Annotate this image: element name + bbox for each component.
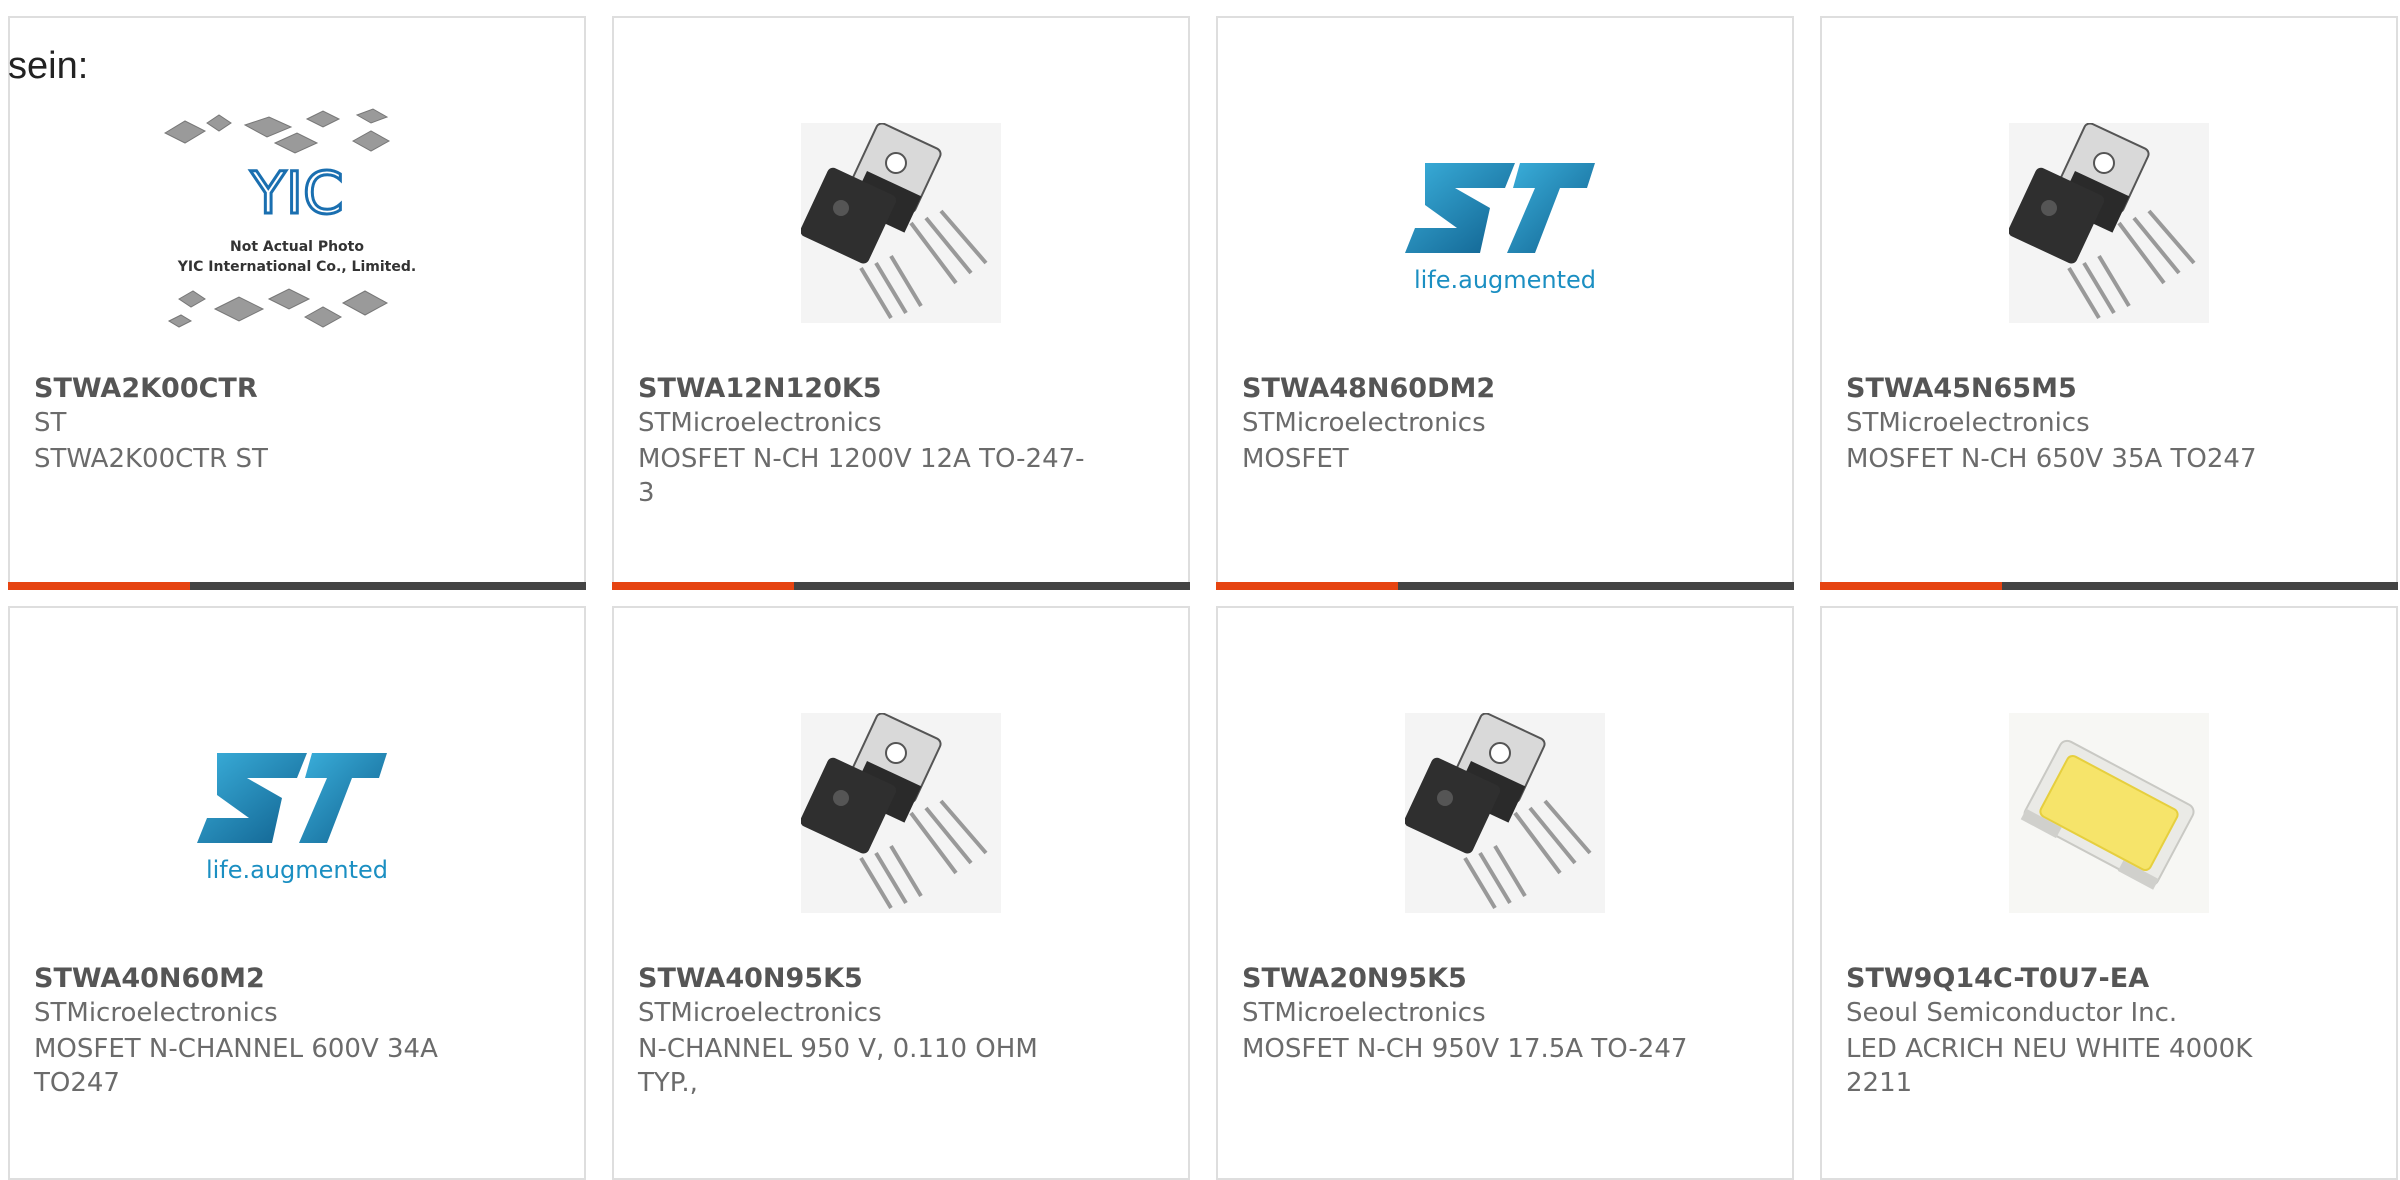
product-description: MOSFET N-CHANNEL 600V 34A TO247 xyxy=(34,1034,438,1098)
product-manufacturer: STMicroelectronics xyxy=(1242,408,1486,438)
product-manufacturer: STMicroelectronics xyxy=(638,998,882,1028)
yic-logo: YIC xyxy=(249,159,343,227)
product-description: MOSFET xyxy=(1242,444,1349,474)
st-logo-icon: life.augmented xyxy=(1405,163,1596,294)
product-card[interactable]: STWA45N65M5 STMicroelectronics MOSFET N-… xyxy=(1820,16,2398,590)
product-part-number[interactable]: STWA2K00CTR xyxy=(34,373,258,404)
st-logo-icon: life.augmented xyxy=(197,753,388,884)
product-part-number[interactable]: STWA40N95K5 xyxy=(638,963,863,994)
to247-transistor-icon xyxy=(801,123,1001,323)
product-part-number[interactable]: STW9Q14C-T0U7-EA xyxy=(1846,963,2149,994)
product-image[interactable]: life.augmented xyxy=(1218,88,1792,358)
product-part-number[interactable]: STWA12N120K5 xyxy=(638,373,882,404)
product-card[interactable]: STW9Q14C-T0U7-EA Seoul Semiconductor Inc… xyxy=(1820,606,2398,1180)
product-card[interactable]: YIC Not Actual Photo YIC International C… xyxy=(8,16,586,590)
product-description: MOSFET N-CH 1200V 12A TO-247-3 xyxy=(638,444,1085,508)
product-image[interactable] xyxy=(614,678,1188,948)
product-manufacturer: STMicroelectronics xyxy=(34,998,278,1028)
image-caption-line2: YIC International Co., Limited. xyxy=(177,259,416,275)
product-manufacturer: STMicroelectronics xyxy=(1242,998,1486,1028)
card-accent-bar xyxy=(8,582,586,590)
product-card[interactable]: STWA12N120K5 STMicroelectronics MOSFET N… xyxy=(612,16,1190,590)
product-image[interactable] xyxy=(1822,678,2396,948)
product-description: STWA2K00CTR ST xyxy=(34,444,268,474)
product-image[interactable] xyxy=(1822,88,2396,358)
product-card[interactable]: life.augmented STWA48N60DM2 STMicroelect… xyxy=(1216,16,1794,590)
product-description: LED ACRICH NEU WHITE 4000K 2211 xyxy=(1846,1034,2253,1098)
to247-transistor-icon xyxy=(801,713,1001,913)
to247-transistor-icon xyxy=(2009,123,2209,323)
product-card[interactable]: STWA20N95K5 STMicroelectronics MOSFET N-… xyxy=(1216,606,1794,1180)
product-image[interactable]: YIC Not Actual Photo YIC International C… xyxy=(10,88,584,358)
product-image[interactable]: life.augmented xyxy=(10,678,584,948)
product-part-number[interactable]: STWA45N65M5 xyxy=(1846,373,2077,404)
product-card[interactable]: STWA40N95K5 STMicroelectronics N-CHANNEL… xyxy=(612,606,1190,1180)
product-manufacturer: ST xyxy=(34,408,67,438)
intro-text: sein: xyxy=(8,45,89,87)
card-accent-bar xyxy=(612,582,1190,590)
product-part-number[interactable]: STWA40N60M2 xyxy=(34,963,265,994)
product-manufacturer: STMicroelectronics xyxy=(638,408,882,438)
product-manufacturer: Seoul Semiconductor Inc. xyxy=(1846,998,2178,1028)
card-accent-bar xyxy=(1820,582,2398,590)
product-image[interactable] xyxy=(1218,678,1792,948)
product-card[interactable]: life.augmented STWA40N60M2 STMicroelectr… xyxy=(8,606,586,1180)
led-package-icon xyxy=(2009,713,2209,913)
product-part-number[interactable]: STWA48N60DM2 xyxy=(1242,373,1495,404)
product-part-number[interactable]: STWA20N95K5 xyxy=(1242,963,1467,994)
image-caption-line1: Not Actual Photo xyxy=(230,239,364,255)
product-description: MOSFET N-CH 950V 17.5A TO-247 xyxy=(1242,1034,1688,1064)
card-accent-bar xyxy=(1216,582,1794,590)
product-description: N-CHANNEL 950 V, 0.110 OHM TYP., xyxy=(638,1034,1038,1098)
to247-transistor-icon xyxy=(1405,713,1605,913)
product-description: MOSFET N-CH 650V 35A TO247 xyxy=(1846,444,2257,474)
svg-text:life.augmented: life.augmented xyxy=(1414,266,1596,294)
svg-text:life.augmented: life.augmented xyxy=(206,856,388,884)
product-image[interactable] xyxy=(614,88,1188,358)
product-manufacturer: STMicroelectronics xyxy=(1846,408,2090,438)
